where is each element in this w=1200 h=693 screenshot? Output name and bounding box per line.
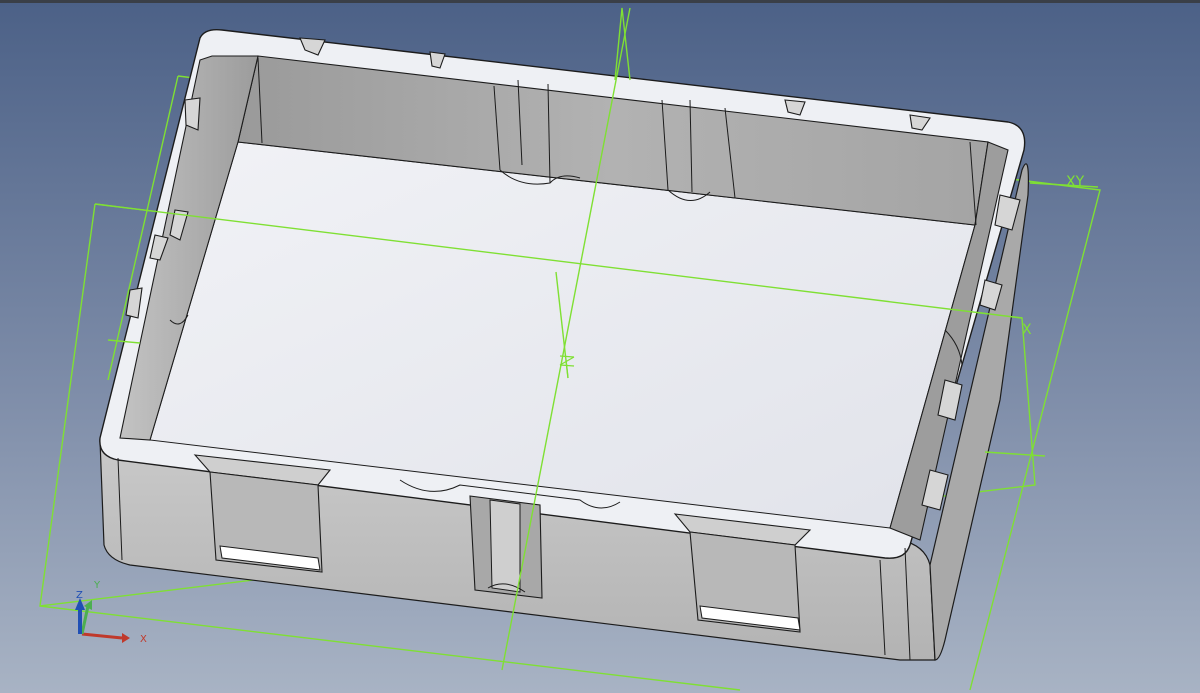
triad-z-label: Z [76, 590, 83, 601]
triad-x-label: X [140, 634, 147, 645]
3d-viewport[interactable]: XY X X Y Z [0, 0, 1200, 693]
plane-label-x: X [1022, 322, 1032, 338]
plane-label-xy: XY [1066, 174, 1085, 190]
model-scene[interactable]: XY X X Y Z [0, 0, 1200, 693]
rim-clip-5 [184, 97, 201, 131]
triad-y-label: Y [93, 580, 101, 591]
